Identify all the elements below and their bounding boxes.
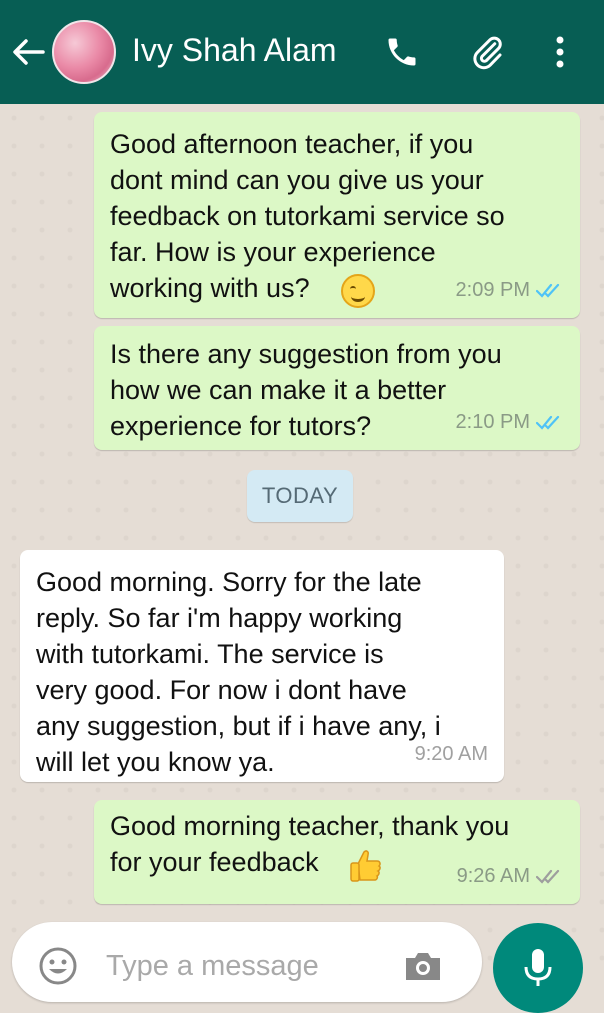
paperclip-icon[interactable]	[466, 28, 510, 76]
microphone-icon	[524, 949, 552, 986]
mic-button[interactable]	[493, 923, 583, 1013]
phone-icon[interactable]	[380, 28, 424, 76]
back-arrow-icon[interactable]	[6, 24, 50, 80]
outgoing-message[interactable]: Good morning teacher, thank you for your…	[94, 800, 580, 904]
outgoing-message[interactable]: Is there any suggestion from you how we …	[94, 326, 580, 450]
emoji-icon[interactable]	[38, 946, 78, 986]
message-meta: 9:20 AM	[415, 736, 488, 772]
avatar[interactable]	[52, 20, 116, 84]
message-meta: 2:10 PM	[456, 404, 564, 440]
message-input-bar[interactable]: Type a message	[12, 922, 482, 1002]
incoming-message[interactable]: Good morning. Sorry for the late reply. …	[20, 550, 504, 782]
read-ticks-icon	[536, 283, 560, 298]
message-time: 2:10 PM	[455, 411, 530, 433]
camera-icon[interactable]	[402, 946, 444, 986]
read-ticks-icon	[536, 415, 560, 430]
date-separator: TODAY	[247, 470, 353, 522]
message-meta: 9:26 AM	[457, 858, 564, 894]
more-vert-icon[interactable]	[538, 28, 582, 76]
chat-header: Ivy Shah Alam	[0, 0, 604, 104]
message-time: 9:26 AM	[456, 865, 530, 887]
outgoing-message[interactable]: Good afternoon teacher, if you dont mind…	[94, 112, 580, 318]
message-input[interactable]: Type a message	[106, 950, 319, 983]
chat-area[interactable]: Good afternoon teacher, if you dont mind…	[0, 104, 604, 982]
contact-name[interactable]: Ivy Shah Alam	[132, 32, 337, 69]
delivered-ticks-icon	[536, 869, 560, 884]
message-time: 2:09 PM	[455, 279, 530, 301]
message-meta: 2:09 PM	[456, 272, 564, 308]
smiling-face-emoji	[341, 274, 375, 308]
message-time: 9:20 AM	[414, 743, 488, 765]
thumbs-up-emoji	[350, 850, 381, 882]
